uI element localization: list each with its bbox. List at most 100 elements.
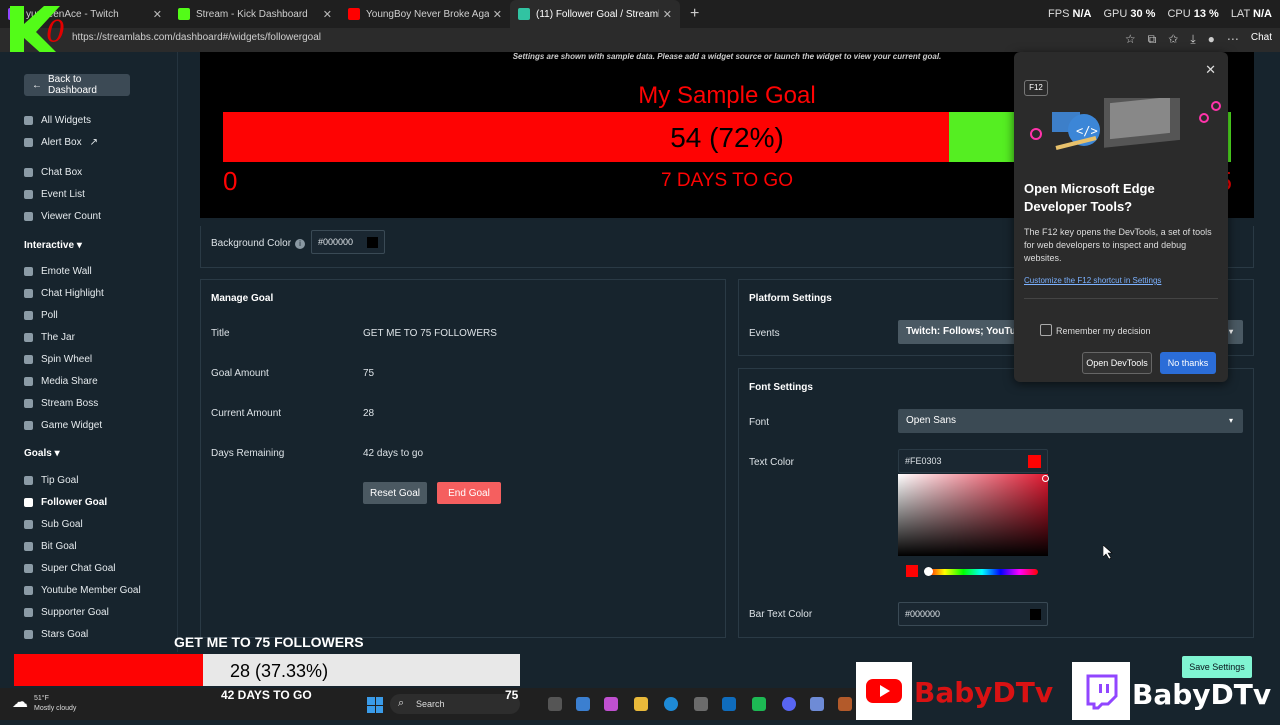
font-select[interactable]: Open Sans ▾ xyxy=(898,409,1243,433)
customize-shortcut-link[interactable]: Customize the F12 shortcut in Settings xyxy=(1024,276,1161,285)
color-picker[interactable] xyxy=(898,474,1049,584)
favorite-icon[interactable]: ☆ xyxy=(1125,32,1136,47)
sidebar-item-viewer-count[interactable]: Viewer Count xyxy=(24,208,101,224)
lat-value: N/A xyxy=(1253,8,1272,20)
extensions-icon[interactable]: ⧉ xyxy=(1148,32,1157,47)
back-label: Back to Dashboard xyxy=(48,74,97,96)
close-tab-icon[interactable]: ✕ xyxy=(663,8,672,21)
svg-text:</>: </> xyxy=(1076,124,1098,138)
sidebar-item-game-widget[interactable]: Game Widget xyxy=(24,417,102,433)
back-to-dashboard-button[interactable]: ← Back to Dashboard xyxy=(24,74,130,96)
close-tab-icon[interactable]: ✕ xyxy=(153,8,162,21)
reset-goal-button[interactable]: Reset Goal xyxy=(363,482,427,504)
sidebar-item-media-share[interactable]: Media Share xyxy=(24,373,98,389)
remember-label: Remember my decision xyxy=(1056,326,1151,336)
background-color-input[interactable]: #000000 xyxy=(311,230,385,254)
taskbar-search[interactable]: Search xyxy=(390,694,520,714)
f12-key-badge: F12 xyxy=(1024,80,1048,96)
sidebar-item-all-widgets[interactable]: All Widgets xyxy=(24,112,91,128)
copilot-icon[interactable] xyxy=(604,697,618,711)
profile-icon[interactable]: ● xyxy=(1208,32,1215,47)
browser-tab-bar: yungeenAce - Twitch ✕ Stream - Kick Dashb… xyxy=(0,0,1280,28)
sidebar-item-the-jar[interactable]: The Jar xyxy=(24,329,75,345)
sidebar-item-chat-highlight[interactable]: Chat Highlight xyxy=(24,285,104,301)
popup-body: The F12 key opens the DevTools, a set of… xyxy=(1024,227,1212,263)
sidebar-item-stars-goal[interactable]: Stars Goal xyxy=(24,626,88,642)
text-color-input[interactable]: #FE0303 xyxy=(898,449,1048,473)
copilot-chat-button[interactable]: Chat xyxy=(1251,32,1272,47)
browser-tab-youtube[interactable]: YoungBoy Never Broke Again ✕ xyxy=(340,0,510,28)
brand-youtube-text: BabyDTv xyxy=(914,676,1054,709)
sidebar-item-chat-box[interactable]: Chat Box xyxy=(24,164,82,180)
twitch-logo-icon xyxy=(1072,662,1130,720)
saturation-knob[interactable] xyxy=(1042,475,1049,482)
close-tab-icon[interactable]: ✕ xyxy=(493,8,502,21)
sidebar-item-label: Emote Wall xyxy=(41,265,92,277)
sidebar-item-super-chat-goal[interactable]: Super Chat Goal xyxy=(24,560,116,576)
sidebar-item-label: Game Widget xyxy=(41,419,103,431)
sidebar-item-bit-goal[interactable]: Bit Goal xyxy=(24,538,77,554)
collections-icon[interactable]: ✩ xyxy=(1168,32,1178,47)
calculator-icon[interactable] xyxy=(694,697,708,711)
close-tab-icon[interactable]: ✕ xyxy=(323,8,332,21)
sidebar-item-label: Sub Goal xyxy=(41,518,83,530)
brand-twitch-text: BabyDTv xyxy=(1132,678,1272,711)
more-icon[interactable]: ⋯ xyxy=(1227,32,1239,47)
outlook-icon[interactable] xyxy=(722,697,736,711)
sidebar-item-event-list[interactable]: Event List xyxy=(24,186,85,202)
start-icon[interactable] xyxy=(367,697,383,713)
bar-text-color-input[interactable]: #000000 xyxy=(898,602,1048,626)
kick-icon xyxy=(178,8,190,20)
sidebar-item-youtube-member-goal[interactable]: Youtube Member Goal xyxy=(24,582,141,598)
color-swatch[interactable] xyxy=(1030,609,1041,620)
tab-title: (11) Follower Goal / Streamlabs xyxy=(536,8,659,20)
app-icon[interactable] xyxy=(838,697,852,711)
caret-down-icon: ▾ xyxy=(1228,416,1233,425)
sidebar-section-goals[interactable]: Goals ▾ xyxy=(24,448,60,459)
sidebar-item-label: Chat Box xyxy=(41,166,83,178)
sidebar-item-follower-goal[interactable]: Follower Goal xyxy=(24,494,107,510)
no-thanks-button[interactable]: No thanks xyxy=(1160,352,1216,374)
section-label: Goals xyxy=(24,448,52,459)
sidebar-section-interactive[interactable]: Interactive ▾ xyxy=(24,240,82,251)
sidebar-item-sub-goal[interactable]: Sub Goal xyxy=(24,516,83,532)
color-swatch[interactable] xyxy=(367,237,378,248)
browser-tab-streamlabs[interactable]: (11) Follower Goal / Streamlabs ✕ xyxy=(510,0,680,28)
open-devtools-button[interactable]: Open DevTools xyxy=(1082,352,1152,374)
sidebar-item-alert-box[interactable]: Alert Box ↗ xyxy=(24,134,98,150)
sidebar-item-tip-goal[interactable]: Tip Goal xyxy=(24,472,78,488)
sidebar-item-supporter-goal[interactable]: Supporter Goal xyxy=(24,604,109,620)
file-explorer-icon[interactable] xyxy=(634,697,648,711)
info-icon[interactable]: i xyxy=(295,239,306,249)
close-icon[interactable]: ✕ xyxy=(1205,62,1216,78)
remember-checkbox[interactable] xyxy=(1040,324,1052,336)
sidebar-item-stream-boss[interactable]: Stream Boss xyxy=(24,395,98,411)
color-swatch[interactable] xyxy=(1028,455,1041,468)
store-icon[interactable] xyxy=(576,697,590,711)
sidebar-item-label: Stars Goal xyxy=(41,628,89,640)
discord-icon[interactable] xyxy=(782,697,796,711)
saturation-value-area[interactable] xyxy=(898,474,1048,556)
edge-icon[interactable] xyxy=(664,697,678,711)
new-tab-button[interactable]: + xyxy=(680,5,709,23)
hue-slider[interactable] xyxy=(926,569,1038,575)
url-field[interactable]: https://streamlabs.com/dashboard#/widget… xyxy=(72,32,321,43)
app-icon[interactable] xyxy=(810,697,824,711)
manage-goal-title: Manage Goal xyxy=(211,293,274,304)
title-value: GET ME TO 75 FOLLOWERS xyxy=(363,328,497,339)
downloads-icon[interactable]: ⤓ xyxy=(1190,32,1195,47)
save-settings-button[interactable]: Save Settings xyxy=(1182,656,1252,678)
devtools-illustration-icon: </> xyxy=(1030,98,1221,150)
hue-knob[interactable] xyxy=(924,567,933,576)
sidebar-item-spin-wheel[interactable]: Spin Wheel xyxy=(24,351,92,367)
sidebar-item-label: Youtube Member Goal xyxy=(41,584,141,596)
sidebar-item-poll[interactable]: Poll xyxy=(24,307,58,323)
sidebar-item-emote-wall[interactable]: Emote Wall xyxy=(24,263,92,279)
browser-tab-kick[interactable]: Stream - Kick Dashboard ✕ xyxy=(170,0,340,28)
task-view-icon[interactable] xyxy=(548,697,562,711)
poll-icon xyxy=(24,310,33,320)
weather-widget[interactable]: 51°F Mostly cloudy xyxy=(34,694,76,714)
app-icon[interactable] xyxy=(752,697,766,711)
fps-label: FPS xyxy=(1048,8,1070,20)
end-goal-button[interactable]: End Goal xyxy=(437,482,501,504)
